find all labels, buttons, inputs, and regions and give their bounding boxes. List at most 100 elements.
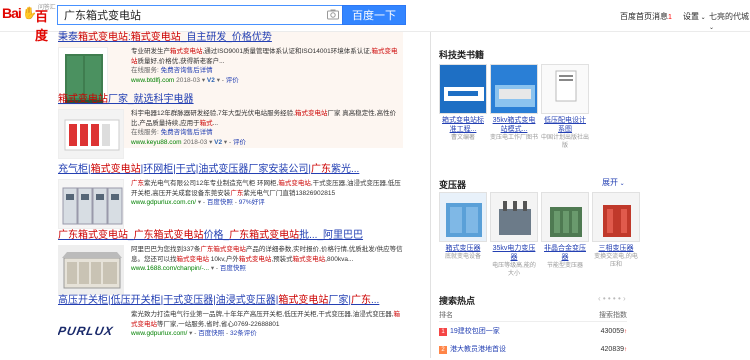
cache-link[interactable]: 百度快照 (198, 330, 224, 337)
hot-header: 排名 搜索指数 (439, 310, 627, 322)
book-card[interactable]: 35kv箱式变电站模式... 变压电工作厂图书 (490, 64, 538, 142)
result-url-line: www.gdpurlux.com.cn/ ▾ - 百度快照 - 97%好评 (131, 199, 265, 206)
transformer-title: 变压器 (439, 180, 467, 190)
book-cover (541, 64, 589, 114)
unfold-link[interactable]: 展开 ⌄ (602, 177, 625, 188)
transformer-desc: 电压等级高,能的大小 (492, 263, 536, 277)
hot-text[interactable]: 港大教员港地首设 (450, 346, 506, 353)
result-url[interactable]: www.btdlfj.com (131, 77, 174, 84)
result-url[interactable]: www.gdpurlux.com/ (131, 330, 187, 337)
nav-home[interactable]: 百度首页 (620, 11, 652, 22)
carousel-dots[interactable]: ‹ • • • • › (598, 294, 626, 303)
cache-link[interactable]: 百度快照 (220, 265, 246, 272)
result-thumbnail[interactable]: PURLUX (58, 310, 124, 360)
result-comment[interactable]: 评价 (233, 139, 246, 146)
hot-item[interactable]: 1 19建校包团一家 430059↑ (439, 326, 627, 337)
result-url[interactable]: www.gdpurlux.com.cn/ (131, 199, 196, 206)
camera-icon[interactable] (327, 9, 339, 20)
logo-subtitle: 问答汇 (38, 5, 56, 11)
result-title[interactable]: 广东箱式变电站_广东箱式变电站价格_广东箱式变电站批..._阿里巴巴 (58, 229, 403, 242)
transformer-image (490, 192, 538, 242)
transformer-name[interactable]: 三相变压器 (592, 244, 640, 253)
transformer-card[interactable]: 非晶合金变压器 节能型变压器 (541, 192, 589, 270)
search-input[interactable] (64, 8, 314, 22)
book-card[interactable]: 低压配电设计系图 中国计划出版社出版 (541, 64, 589, 150)
book-image (491, 65, 537, 113)
result-url-line: www.gdpurlux.com/ ▾ - 百度快照 - 32条评价 (131, 330, 257, 337)
result-title[interactable]: 充气柜|箱式变电站|环网柜|干式|油式变压器厂家安装公司|广东紫光... (58, 163, 403, 176)
nav-messages-label: 消息 (652, 12, 668, 21)
hot-title: 搜索热点 (439, 296, 476, 306)
search-result: 广东箱式变电站_广东箱式变电站价格_广东箱式变电站批..._阿里巴巴 阿里巴巴为… (58, 229, 403, 295)
cache-link[interactable]: 百度快照 (207, 199, 233, 206)
result-service: 在线服务: 免费咨询售后详情 (131, 128, 403, 138)
transformer-picture (593, 193, 639, 241)
result-desc: 阿里巴巴为您找到337条广东箱式变电站产品的详细参数,实时报价,价格行情,优质批… (131, 246, 403, 263)
nav-settings[interactable]: 设置 ⌄ (683, 11, 706, 22)
transformer-name[interactable]: 箱式变压器 (439, 244, 487, 253)
transformer-picture (491, 193, 537, 241)
result-thumbnail[interactable] (58, 179, 124, 229)
transformer-image (439, 192, 487, 242)
search-button[interactable]: 百度一下 (342, 5, 406, 25)
service-link[interactable]: 免费咨询售后详情 (161, 67, 213, 74)
result-date: 2018-03 (183, 139, 208, 146)
logo-text-du: 百度 (35, 9, 49, 43)
right-sidebar: 科技类书籍 箱式变电站标准工程... 曹文编著 35kv箱式变电站模式... 变… (430, 32, 750, 358)
v-badge[interactable]: V2 (214, 139, 222, 146)
header-bar: Bai ✋ 百度 问答汇 百度一下 百度首页 消息1 设置 ⌄ 七亮的代城 ⌄ (0, 0, 750, 43)
search-result: 秉泰箱式变电站:箱式变电站_自主研发_价格优势 专业研发生产箱式变电站,通过IS… (58, 31, 403, 105)
v-badge[interactable]: V2 (207, 77, 215, 84)
rating-link[interactable]: 97%好评 (239, 199, 265, 206)
result-thumbnail[interactable] (58, 245, 124, 295)
nav-messages[interactable]: 消息1 (652, 11, 672, 22)
book-name[interactable]: 低压配电设计系图 (541, 116, 589, 134)
search-result: 箱式变电站厂家_就选科宇电器 科宇电器12年群脉器研发经验,7年大型光伏电站服务… (58, 93, 403, 159)
result-date: 2018-03 (176, 77, 201, 84)
book-author: 中国计划出版社出版 (541, 135, 590, 149)
result-url[interactable]: www.1688.com/chanpin/-... (131, 265, 209, 272)
service-label: 在线服务: (131, 67, 159, 74)
logo-text-bai: Bai (2, 5, 22, 21)
result-url[interactable]: www.keyu88.com (131, 139, 182, 146)
hot-value-wrap: 430059↑ (601, 326, 627, 338)
books-title: 科技类书籍 (439, 50, 485, 60)
service-label: 在线服务: (131, 129, 159, 136)
hot-item[interactable]: 2 港大教员港地首设 420839↑ (439, 344, 627, 355)
transformer-picture (440, 193, 486, 241)
transformer-card[interactable]: 箱式变压器 底就变电设备 (439, 192, 487, 261)
hot-text[interactable]: 19建校包团一家 (450, 328, 500, 335)
transformer-desc: 底就变电设备 (444, 254, 481, 260)
breaker-image (59, 110, 123, 158)
book-card[interactable]: 箱式变电站标准工程... 曹文编著 (439, 64, 487, 142)
result-url-line: www.btdlfj.com 2018-03 ▾ V2 ▾ - 评价 (131, 77, 239, 84)
service-link[interactable]: 免费咨询售后详情 (161, 129, 213, 136)
purlux-logo: PURLUX (58, 324, 115, 338)
nav-user[interactable]: 七亮的代城 ⌄ (709, 11, 750, 31)
baidu-logo[interactable]: Bai ✋ 百度 问答汇 (2, 5, 56, 43)
transformer-name[interactable]: 35kv电力变压器 (490, 244, 538, 262)
transformer-name[interactable]: 非晶合金变压器 (541, 244, 589, 262)
result-url-line: www.1688.com/chanpin/-... ▾ - 百度快照 (131, 265, 246, 272)
result-service: 在线服务: 免费咨询售后详情 (131, 66, 403, 76)
search-box[interactable] (57, 5, 343, 25)
comments-link[interactable]: 32条评价 (230, 330, 257, 337)
chevron-down-icon: ⌄ (618, 181, 625, 187)
hot-value: 430059 (600, 328, 624, 335)
transformer-card[interactable]: 35kv电力变压器 电压等级高,能的大小 (490, 192, 538, 278)
result-thumbnail[interactable] (58, 109, 124, 159)
result-title[interactable]: 高压开关柜|低压开关柜|干式变压器|油浸式变压器|箱式变电站厂家|广东... (58, 294, 403, 307)
book-cover (439, 64, 487, 114)
result-comment[interactable]: 评价 (226, 77, 239, 84)
book-name[interactable]: 35kv箱式变电站模式... (490, 116, 538, 134)
arrow-up-icon: ↑ (624, 347, 627, 353)
result-title[interactable]: 秉泰箱式变电站:箱式变电站_自主研发_价格优势 (58, 31, 403, 44)
transformer-desc: 节能型变压器 (546, 263, 583, 269)
transformer-image (541, 192, 589, 242)
result-title[interactable]: 箱式变电站厂家_就选科宇电器 (58, 93, 403, 106)
hot-value: 420839 (600, 346, 624, 353)
book-image (542, 65, 588, 113)
transformer-card[interactable]: 三相变压器 变换交流电,的电压和 (592, 192, 640, 269)
nav-user-label: 七亮的代城 (709, 12, 749, 21)
book-name[interactable]: 箱式变电站标准工程... (439, 116, 487, 134)
